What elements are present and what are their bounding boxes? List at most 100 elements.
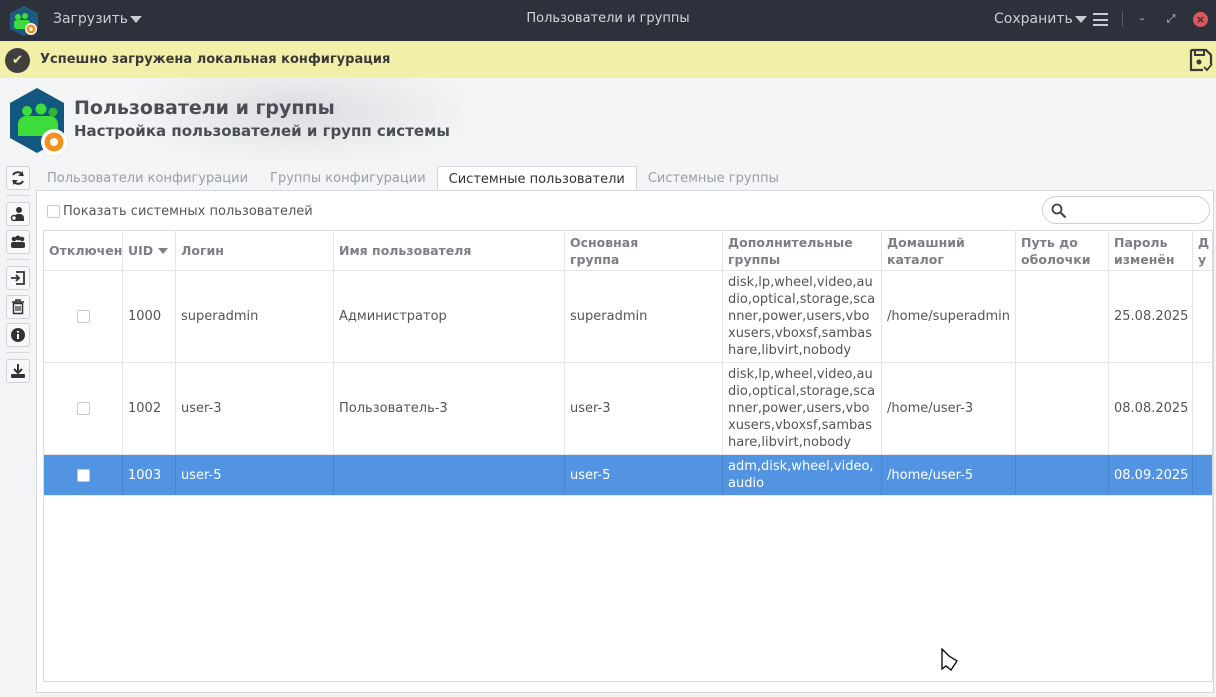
trash-icon [12,299,24,315]
save-menu-label: Сохранить [994,11,1073,27]
tab-config-users[interactable]: Пользователи конфигурации [36,166,259,191]
show-system-users-label: Показать системных пользователей [63,204,313,219]
login-cell: superadmin [176,271,334,362]
load-menu-label: Загрузить [53,11,129,27]
group-cell: user-3 [565,363,723,454]
home-cell: /home/user-3 [882,363,1016,454]
disabled-checkbox[interactable] [76,402,90,415]
group-cell-text: superadmin [570,309,648,324]
table-header: Отключен UID Логин Имя пользователя Осно… [44,231,1212,271]
shell-cell [1016,271,1109,362]
login-cell-text: superadmin [181,309,259,324]
save-menu[interactable]: Сохранить [994,11,1087,27]
col-extra-groups[interactable]: Дополнительные группы [723,231,882,270]
password-changed-cell-text: 08.08.2025 [1114,401,1189,416]
page-subtitle: Настройка пользователей и групп системы [74,122,450,140]
maximize-button[interactable]: ⤢ [1163,11,1179,27]
disabled-cell [44,363,123,454]
extra-groups-cell-text: adm,disk,wheel,video,audio [728,459,874,491]
close-button[interactable]: × [1193,12,1208,27]
password-changed-cell: 25.08.2025 [1109,271,1193,362]
disabled-checkbox[interactable] [76,310,90,323]
name-cell [334,455,565,495]
app-logo-icon [10,6,38,36]
uid-cell-text: 1000 [128,309,162,324]
title-bar: Загрузить Пользователи и группы Сохранит… [0,0,1216,41]
col-shell[interactable]: Путь до оболочки [1016,231,1109,270]
download-button[interactable] [6,359,30,383]
group-icon [11,235,25,248]
uid-cell: 1000 [123,271,176,362]
extra-groups-cell: adm,disk,wheel,video,audio [723,455,882,495]
caret-down-icon [1074,15,1087,23]
divider [6,352,30,353]
extra-cell [1193,271,1212,362]
user-gear-icon [10,207,24,222]
info-button[interactable] [6,323,30,347]
uid-cell-text: 1003 [128,467,162,483]
page-header: Пользователи и группы Настройка пользова… [0,78,1216,160]
hamburger-menu-icon[interactable] [1093,13,1108,26]
name-cell-text: Администратор [339,309,447,324]
col-home[interactable]: Домашний каталог [882,231,1016,270]
col-uid-label: UID [128,243,154,258]
banner-message: Успешно загружена локальная конфигурация [40,52,391,67]
col-name[interactable]: Имя пользователя [334,231,565,270]
home-cell: /home/superadmin [882,271,1016,362]
extra-cell [1193,363,1212,454]
col-disabled[interactable]: Отключен [44,231,123,270]
show-system-users-checkbox[interactable]: Показать системных пользователей [47,204,313,219]
search-input[interactable] [1042,196,1210,224]
col-password-changed-label: Пароль изменён [1114,234,1175,267]
users-groups-logo-icon [10,88,67,155]
login-cell: user-3 [176,363,334,454]
tab-system-users[interactable]: Системные пользователи [436,166,637,191]
disabled-checkbox[interactable] [76,468,90,482]
col-password-changed[interactable]: Пароль изменён [1109,231,1193,270]
login-cell-text: user-3 [181,401,222,416]
system-users-panel: Показать системных пользователей Отключе… [36,190,1214,693]
group-cell: superadmin [565,271,723,362]
col-primary-group-label: Основная группа [570,234,639,267]
table-row[interactable]: 1000 superadmin Администратор superadmin dis… [44,271,1212,363]
shell-cell [1016,363,1109,454]
login-cell-text: user-5 [181,467,222,483]
load-menu[interactable]: Загрузить [53,11,143,27]
tab-config-groups[interactable]: Группы конфигурации [259,166,437,191]
col-login[interactable]: Логин [176,231,334,270]
col-shell-label: Путь до оболочки [1021,234,1091,267]
uid-cell: 1002 [123,363,176,454]
info-icon [11,328,25,342]
password-changed-cell: 08.09.2025 [1109,455,1193,495]
checkbox[interactable] [47,205,60,218]
groups-button[interactable] [6,230,30,254]
group-cell-text: user-3 [570,401,611,416]
login-button[interactable] [6,266,30,290]
name-cell: Пользователь-3 [334,363,565,454]
home-cell-text: /home/user-3 [887,401,974,416]
table-row[interactable]: 1002 user-3 Пользователь-3 user-3 disk,lp,wh… [44,363,1212,455]
mouse-cursor-icon [941,648,958,671]
table-row[interactable]: 1003 user-5 user-5 adm,disk,wheel,video,aud… [44,455,1212,496]
login-cell: user-5 [176,455,334,495]
refresh-button[interactable] [6,166,30,190]
save-check-icon[interactable] [1188,47,1214,73]
minimize-button[interactable]: – [1134,11,1150,27]
col-truncated[interactable]: Д у [1193,231,1212,270]
delete-button[interactable] [6,295,30,319]
users-table: Отключен UID Логин Имя пользователя Осно… [43,230,1213,682]
divider [1122,11,1123,27]
tab-bar: Пользователи конфигурации Группы конфигу… [36,166,790,191]
name-cell: Администратор [334,271,565,362]
col-primary-group[interactable]: Основная группа [565,231,723,270]
col-uid[interactable]: UID [123,231,176,270]
status-banner: ✔ Успешно загружена локальная конфигурац… [0,41,1216,78]
divider [6,259,30,260]
caret-down-icon [130,15,143,23]
sort-desc-icon [158,247,169,254]
search-icon [1051,203,1067,219]
tab-system-groups[interactable]: Системные группы [637,166,790,191]
user-settings-button[interactable] [6,202,30,226]
disabled-cell [44,455,123,495]
extra-groups-cell: disk,lp,wheel,video,audio,optical,storag… [723,271,882,362]
